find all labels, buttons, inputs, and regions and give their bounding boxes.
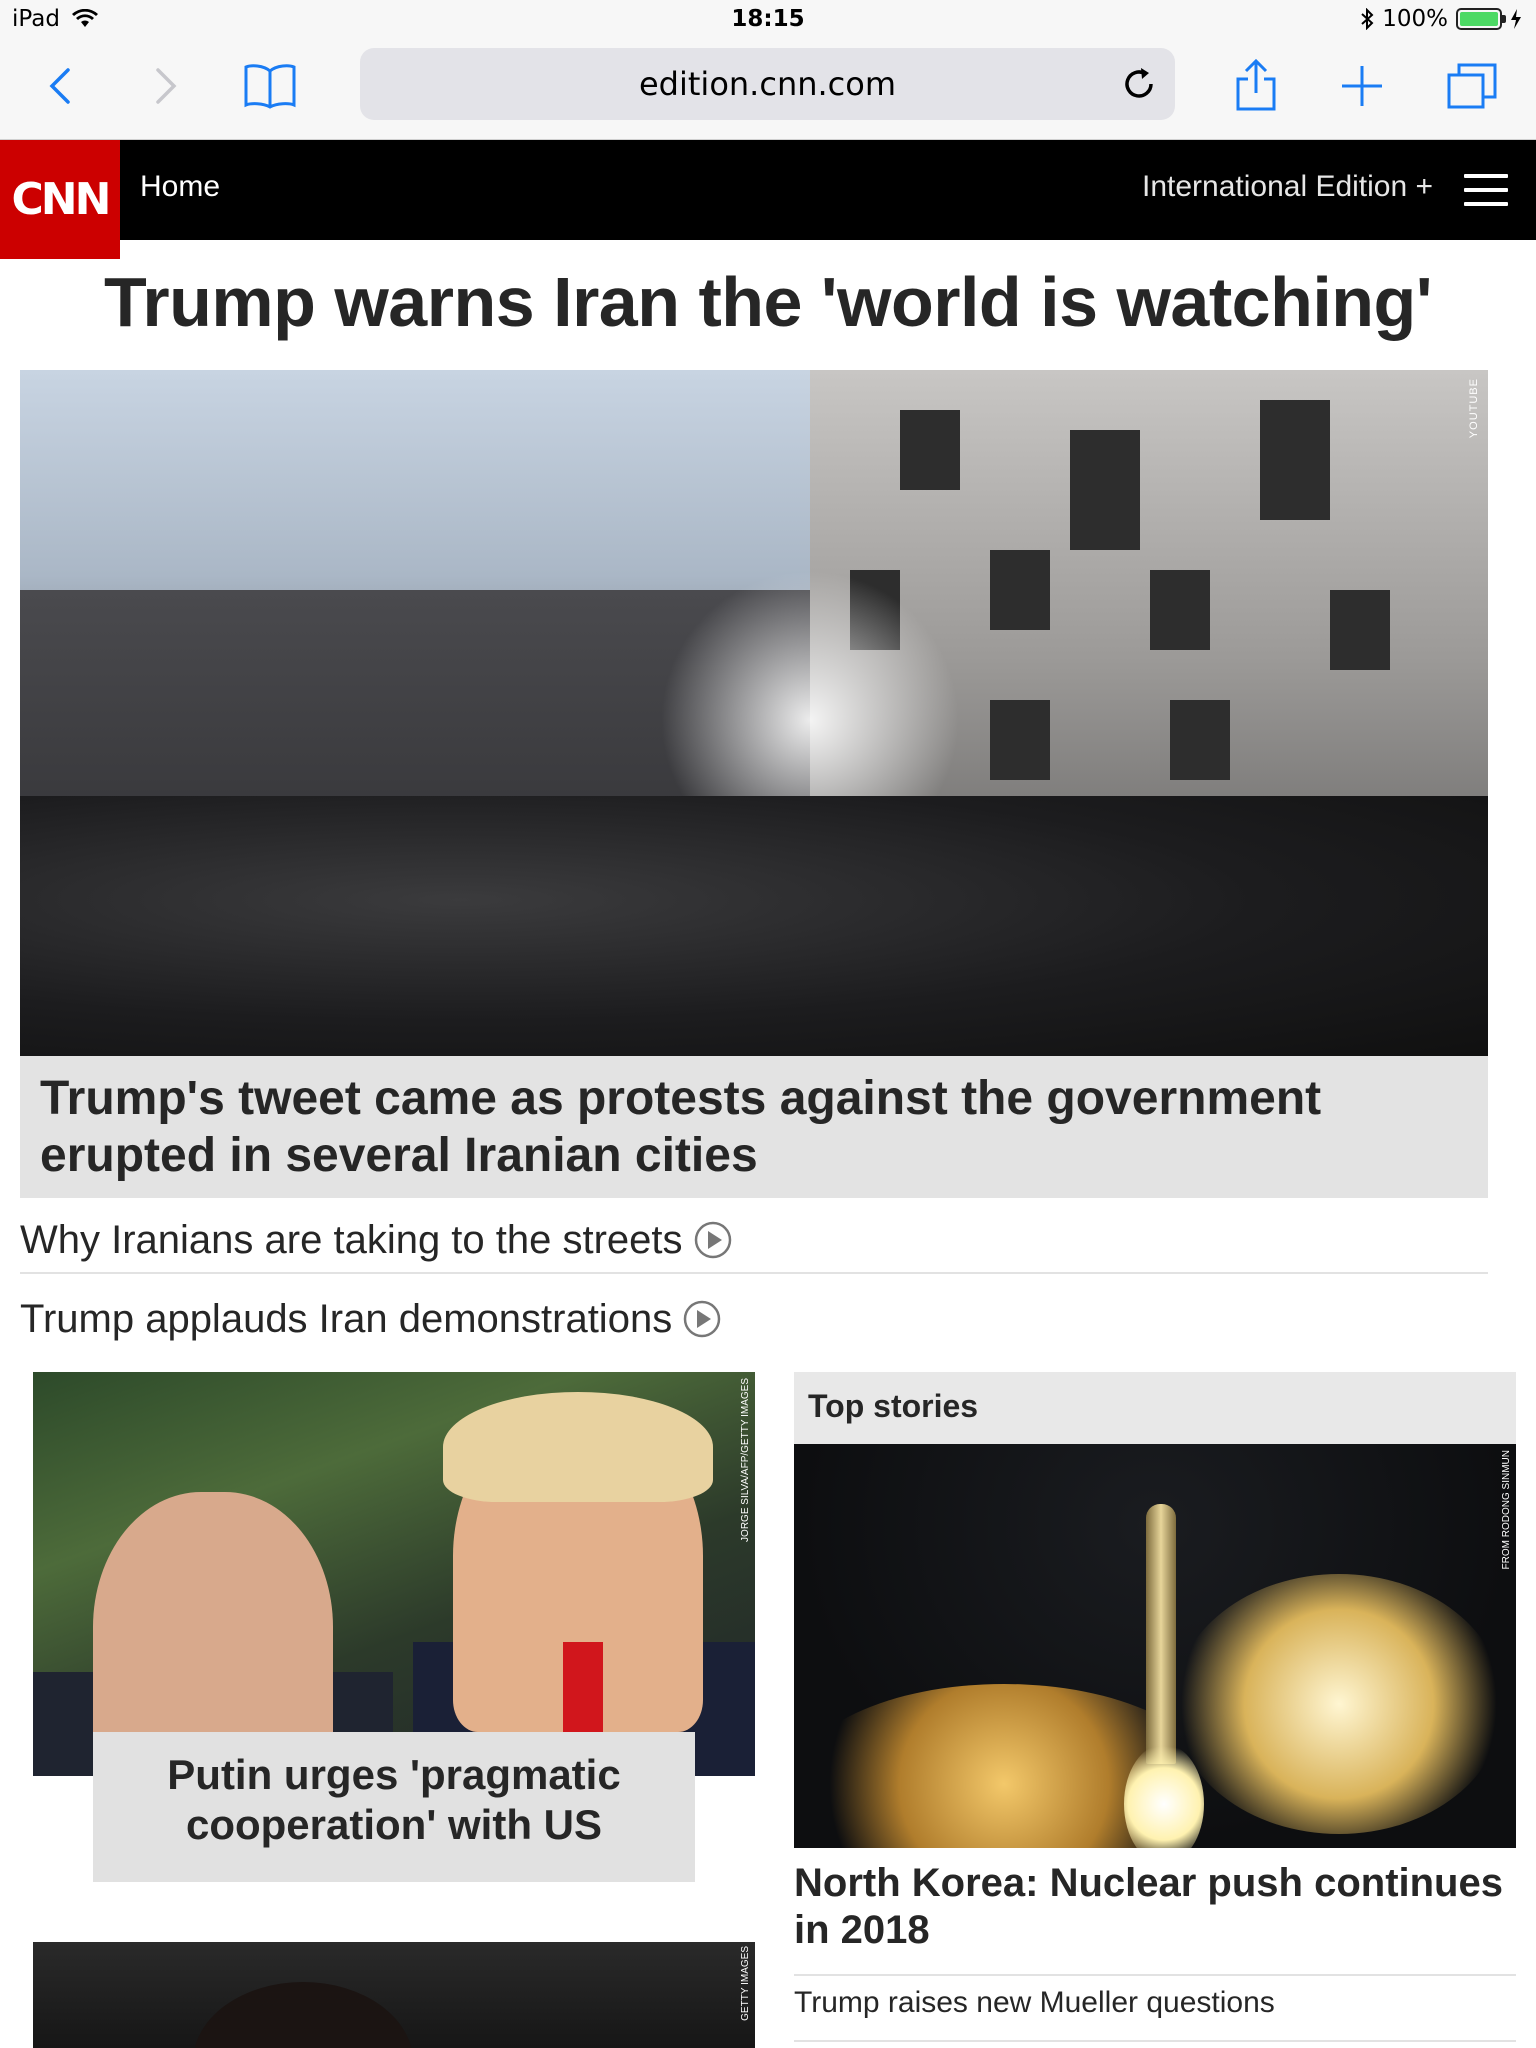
- menu-icon[interactable]: [1464, 174, 1508, 206]
- forward-button[interactable]: [136, 56, 196, 116]
- address-bar[interactable]: edition.cnn.com: [360, 48, 1175, 120]
- missile-launch-image[interactable]: FROM RODONG SINMUN: [794, 1444, 1516, 1848]
- main-headline[interactable]: Trump warns Iran the 'world is watching': [0, 262, 1536, 342]
- video-play-icon: [694, 1221, 731, 1259]
- bookmarks-icon: [244, 64, 296, 109]
- putin-trump-image[interactable]: JORGE SILVA/AFP/GETTY IMAGES: [33, 1372, 755, 1776]
- browser-toolbar: edition.cnn.com: [0, 40, 1536, 140]
- video-play-icon: [683, 1300, 721, 1338]
- hero-crowd: [20, 796, 1488, 1056]
- charging-icon: [1511, 9, 1521, 29]
- related-link-2[interactable]: Trump applauds Iran demonstrations: [20, 1286, 1488, 1352]
- story-image-2[interactable]: GETTY IMAGES: [33, 1942, 755, 2048]
- edition-selector[interactable]: International Edition +: [1142, 170, 1433, 204]
- related-link-1[interactable]: Why Iranians are taking to the streets: [20, 1208, 1488, 1274]
- reload-icon[interactable]: [1115, 60, 1163, 108]
- tabs-button[interactable]: [1442, 56, 1502, 116]
- back-button[interactable]: [30, 56, 90, 116]
- bookmarks-button[interactable]: [240, 56, 300, 116]
- battery-percent: 100%: [1382, 6, 1448, 32]
- tabs-icon: [1447, 63, 1497, 109]
- cnn-logo[interactable]: CNN: [0, 140, 120, 259]
- divider: [794, 2040, 1516, 2042]
- bluetooth-icon: [1361, 8, 1374, 30]
- share-button[interactable]: [1226, 56, 1286, 116]
- status-right: 100%: [1360, 6, 1522, 32]
- forward-icon: [156, 68, 177, 104]
- putin-story-headline[interactable]: Putin urges 'pragmatic cooperation' with…: [93, 1732, 695, 1882]
- back-icon: [49, 68, 70, 104]
- rocket-shape: [1146, 1504, 1176, 1764]
- hero-caption[interactable]: Trump's tweet came as protests against t…: [20, 1056, 1488, 1198]
- hero-photo-credit: YOUTUBE: [1468, 378, 1480, 439]
- top-stories-header: Top stories: [794, 1372, 1516, 1444]
- related-link-label: Trump applauds Iran demonstrations: [20, 1296, 673, 1341]
- related-link-label: Why Iranians are taking to the streets: [20, 1217, 683, 1262]
- north-korea-headline[interactable]: North Korea: Nuclear push continues in 2…: [794, 1860, 1516, 1954]
- photo-credit: JORGE SILVA/AFP/GETTY IMAGES: [740, 1378, 751, 1542]
- new-tab-button[interactable]: [1332, 56, 1392, 116]
- battery-icon: [1456, 8, 1506, 30]
- share-icon: [1236, 59, 1276, 111]
- status-bar: iPad 18:15 100%: [0, 0, 1536, 40]
- hero-image[interactable]: YOUTUBE: [20, 370, 1488, 1056]
- nav-home-link[interactable]: Home: [140, 170, 220, 204]
- photo-credit: GETTY IMAGES: [740, 1946, 751, 2021]
- new-tab-icon: [1342, 66, 1382, 106]
- status-time: 18:15: [731, 6, 805, 32]
- divider: [794, 1974, 1516, 1976]
- url-text: edition.cnn.com: [638, 65, 897, 103]
- photo-credit: FROM RODONG SINMUN: [1501, 1450, 1512, 1570]
- mueller-story-link[interactable]: Trump raises new Mueller questions: [794, 1986, 1516, 2020]
